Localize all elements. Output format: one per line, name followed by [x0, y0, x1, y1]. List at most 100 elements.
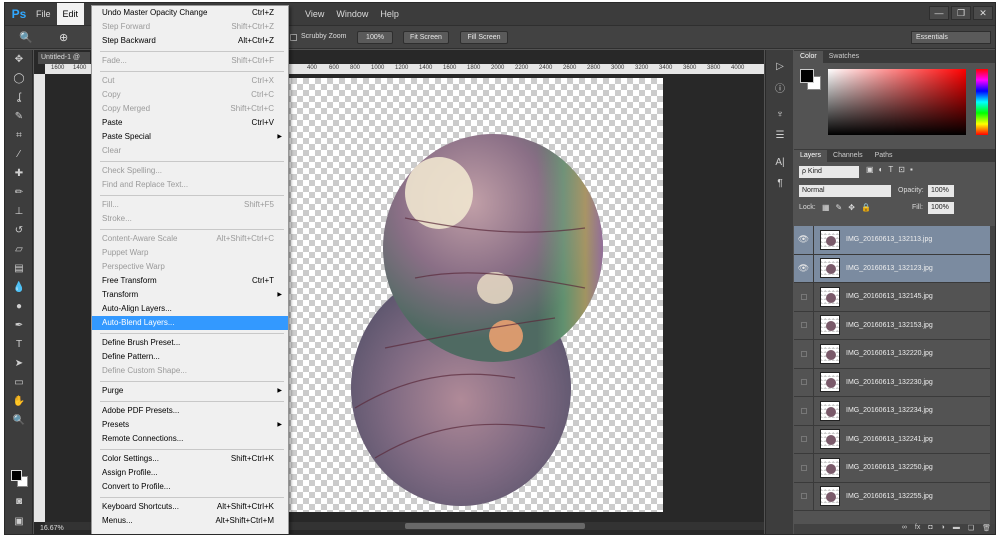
- layer-row[interactable]: IMG_20160613_132241.jpg: [794, 425, 990, 454]
- edit-menu-item[interactable]: Define Pattern...: [92, 350, 288, 364]
- gradient-tool-icon[interactable]: ▤: [5, 259, 33, 278]
- document-tab[interactable]: Untitled-1 @: [38, 52, 90, 64]
- foreground-color-chip[interactable]: [800, 69, 814, 83]
- eraser-tool-icon[interactable]: ▱: [5, 240, 33, 259]
- layer-kind-filter[interactable]: ρ Kind: [799, 166, 859, 178]
- dodge-tool-icon[interactable]: ●: [5, 297, 33, 316]
- visibility-eye-icon[interactable]: [794, 396, 814, 425]
- edit-menu-item[interactable]: Paste Ctrl+V: [92, 116, 288, 130]
- character-panel-icon[interactable]: A|: [766, 152, 794, 173]
- visibility-eye-icon[interactable]: [794, 453, 814, 482]
- layer-row[interactable]: IMG_20160613_132220.jpg: [794, 339, 990, 369]
- edit-menu-item[interactable]: Paste Special ▶: [92, 130, 288, 144]
- foreground-color-swatch[interactable]: [11, 470, 22, 481]
- fill-screen-button[interactable]: Fill Screen: [460, 31, 508, 44]
- rectangle-tool-icon[interactable]: ▭: [5, 373, 33, 392]
- quick-select-tool-icon[interactable]: ✎: [5, 107, 33, 126]
- menu-help[interactable]: Help: [374, 3, 405, 25]
- adjustment-layer-icon[interactable]: ◑: [941, 524, 945, 534]
- blur-tool-icon[interactable]: 💧: [5, 278, 33, 297]
- edit-menu-item[interactable]: Step Backward Alt+Ctrl+Z: [92, 34, 288, 48]
- tab-layers[interactable]: Layers: [794, 150, 828, 162]
- menu-view[interactable]: View: [299, 3, 330, 25]
- history-brush-tool-icon[interactable]: ↺: [5, 221, 33, 240]
- edit-menu-item[interactable]: Auto-Align Layers...: [92, 302, 288, 316]
- move-tool-icon[interactable]: ✥: [5, 50, 33, 69]
- edit-menu-item[interactable]: Menus... Alt+Shift+Ctrl+M: [92, 514, 288, 528]
- edit-menu-item[interactable]: Free Transform Ctrl+T: [92, 274, 288, 288]
- visibility-eye-icon[interactable]: 👁: [794, 226, 814, 254]
- edit-menu-item[interactable]: Adobe PDF Presets...: [92, 404, 288, 418]
- opacity-field[interactable]: 100%: [928, 185, 954, 197]
- layer-row[interactable]: IMG_20160613_132230.jpg: [794, 368, 990, 397]
- zoom-tool-icon[interactable]: 🔍: [19, 31, 33, 44]
- layer-style-icon[interactable]: fx: [915, 524, 920, 534]
- edit-menu-item[interactable]: Color Settings... Shift+Ctrl+K: [92, 452, 288, 466]
- visibility-eye-icon[interactable]: [794, 482, 814, 511]
- new-layer-icon[interactable]: ❏: [968, 524, 974, 534]
- crop-tool-icon[interactable]: ⌗: [5, 126, 33, 145]
- tab-paths[interactable]: Paths: [869, 150, 899, 162]
- lasso-tool-icon[interactable]: ʆ: [5, 88, 33, 107]
- zoom-level[interactable]: 16.67%: [40, 525, 64, 532]
- add-mask-icon[interactable]: ◘: [928, 524, 932, 534]
- delete-layer-icon[interactable]: 🗑: [982, 524, 991, 534]
- scroll-thumb[interactable]: [405, 523, 585, 529]
- healing-brush-tool-icon[interactable]: ✚: [5, 164, 33, 183]
- link-layers-icon[interactable]: ∞: [902, 524, 907, 534]
- path-selection-tool-icon[interactable]: ➤: [5, 354, 33, 373]
- layer-filter-icons[interactable]: ▣◐T⊡▪: [866, 165, 918, 174]
- layer-row[interactable]: IMG_20160613_132153.jpg: [794, 311, 990, 340]
- brush-tool-icon[interactable]: ✏: [5, 183, 33, 202]
- menu-file[interactable]: File: [30, 3, 57, 25]
- fill-field[interactable]: 100%: [928, 202, 954, 214]
- layer-row[interactable]: IMG_20160613_132250.jpg: [794, 453, 990, 483]
- lock-icons[interactable]: ▦✎✥🔒: [822, 203, 877, 212]
- blend-mode-select[interactable]: Normal: [799, 185, 891, 197]
- history-panel-icon[interactable]: ▷: [766, 56, 794, 77]
- layer-row[interactable]: IMG_20160613_132255.jpg: [794, 482, 990, 511]
- fit-screen-button[interactable]: Fit Screen: [403, 31, 449, 44]
- zoom-tool-icon[interactable]: 🔍: [5, 411, 33, 430]
- restore-button[interactable]: ❐: [951, 6, 971, 20]
- edit-menu-item[interactable]: Keyboard Shortcuts... Alt+Shift+Ctrl+K: [92, 500, 288, 514]
- visibility-eye-icon[interactable]: [794, 339, 814, 368]
- menu-edit[interactable]: Edit: [56, 3, 85, 25]
- visibility-eye-icon[interactable]: 👁: [794, 254, 814, 283]
- visibility-eye-icon[interactable]: [794, 282, 814, 311]
- edit-menu-item[interactable]: Convert to Profile...: [92, 480, 288, 494]
- marquee-tool-icon[interactable]: ◯: [5, 69, 33, 88]
- screen-mode-icon[interactable]: ▣: [5, 512, 33, 531]
- visibility-eye-icon[interactable]: [794, 368, 814, 397]
- eyedropper-tool-icon[interactable]: ⁄: [5, 145, 33, 164]
- hand-tool-icon[interactable]: ✋: [5, 392, 33, 411]
- document-canvas[interactable]: [285, 78, 663, 512]
- tab-color[interactable]: Color: [794, 51, 823, 63]
- edit-menu-item[interactable]: Assign Profile...: [92, 466, 288, 480]
- hue-slider[interactable]: [976, 69, 988, 135]
- layer-row[interactable]: 👁 IMG_20160613_132113.jpg: [794, 226, 990, 255]
- info-panel-icon[interactable]: ⓘ: [766, 77, 794, 98]
- visibility-eye-icon[interactable]: [794, 311, 814, 340]
- scrubby-zoom-checkbox[interactable]: [290, 34, 297, 41]
- minimize-button[interactable]: —: [929, 6, 949, 20]
- close-button[interactable]: ✕: [973, 6, 993, 20]
- layers-scrollbar[interactable]: [990, 226, 995, 524]
- visibility-eye-icon[interactable]: [794, 425, 814, 454]
- quick-mask-icon[interactable]: ◙: [5, 492, 33, 511]
- color-spectrum[interactable]: [828, 69, 966, 135]
- new-group-icon[interactable]: ▬: [953, 524, 960, 534]
- layer-row[interactable]: 👁 IMG_20160613_132123.jpg: [794, 254, 990, 283]
- tab-channels[interactable]: Channels: [827, 150, 869, 162]
- edit-menu-item[interactable]: Presets ▶: [92, 418, 288, 432]
- workspace-select[interactable]: Essentials: [911, 31, 991, 44]
- pen-tool-icon[interactable]: ✒: [5, 316, 33, 335]
- brush-panel-icon[interactable]: ♆: [766, 104, 794, 125]
- edit-menu-item[interactable]: Remote Connections...: [92, 432, 288, 446]
- adjustments-panel-icon[interactable]: ☰: [766, 125, 794, 146]
- clone-stamp-tool-icon[interactable]: ⊥: [5, 202, 33, 221]
- edit-menu-item[interactable]: Define Brush Preset...: [92, 336, 288, 350]
- edit-menu-item[interactable]: Purge ▶: [92, 384, 288, 398]
- edit-menu-item[interactable]: Undo Master Opacity Change Ctrl+Z: [92, 6, 288, 20]
- layer-row[interactable]: IMG_20160613_132145.jpg: [794, 282, 990, 312]
